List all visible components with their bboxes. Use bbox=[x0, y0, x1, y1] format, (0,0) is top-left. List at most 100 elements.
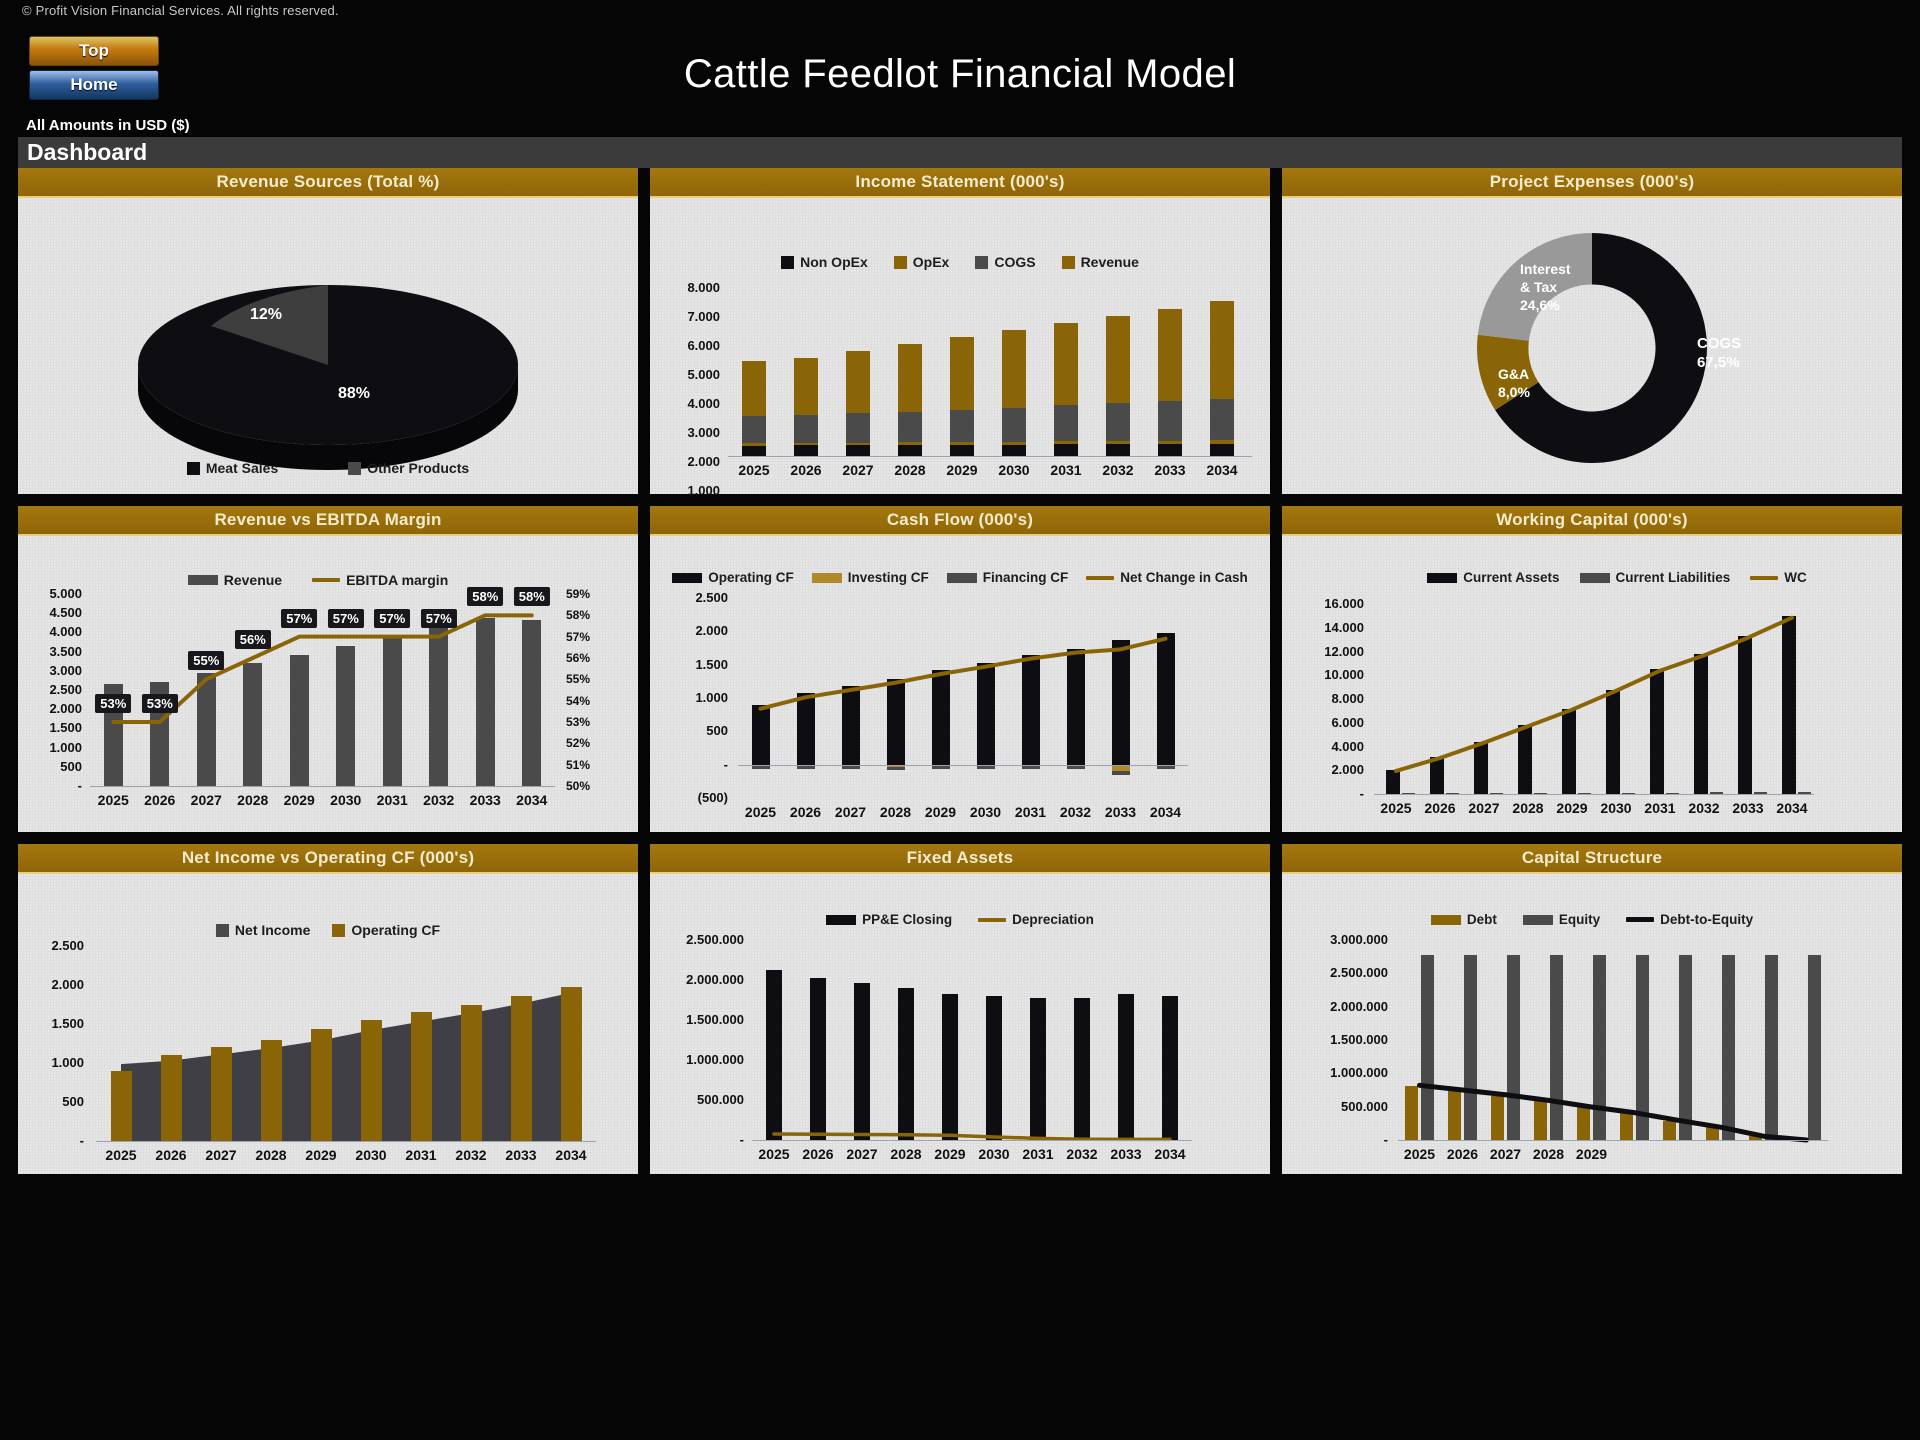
legend-item-debt-to-equity[interactable]: Debt-to-Equity bbox=[1626, 912, 1753, 927]
bar-cogs[interactable] bbox=[742, 415, 766, 444]
data-label-ebitda: 53% bbox=[141, 694, 178, 713]
title-text: Cash Flow (000's) bbox=[886, 510, 1034, 529]
legend-item-net-change[interactable]: Net Change in Cash bbox=[1086, 570, 1248, 585]
bar-revenue[interactable] bbox=[846, 351, 870, 414]
ytick: 5.000 bbox=[687, 367, 720, 382]
bar-revenue[interactable] bbox=[1002, 329, 1026, 408]
bar-opex[interactable] bbox=[1106, 441, 1130, 445]
bar-cogs[interactable] bbox=[794, 414, 818, 443]
bar-revenue[interactable] bbox=[1158, 309, 1182, 402]
ytick-label: 1.000 bbox=[51, 1055, 84, 1070]
bar-operating-cf[interactable] bbox=[410, 1011, 432, 1141]
bar-opex[interactable] bbox=[1002, 441, 1026, 445]
bar-cogs[interactable] bbox=[1210, 398, 1234, 441]
bar-opex[interactable] bbox=[950, 442, 974, 445]
bar-opex[interactable] bbox=[1158, 440, 1182, 444]
bar-cogs[interactable] bbox=[1158, 401, 1182, 441]
legend-item-revenue[interactable]: Revenue bbox=[187, 572, 282, 588]
legend-label: Debt bbox=[1466, 912, 1497, 927]
ytick-label: 500 bbox=[62, 1094, 84, 1109]
ytick-label: 3.500 bbox=[49, 643, 82, 659]
axis-baseline bbox=[1374, 794, 1814, 795]
bar-opex[interactable] bbox=[742, 443, 766, 446]
legend-item-revenue[interactable]: Revenue bbox=[1061, 254, 1139, 270]
legend-item-operating-cf[interactable]: Operating CF bbox=[332, 922, 440, 938]
legend-label: Investing CF bbox=[847, 570, 929, 585]
bar-cogs[interactable] bbox=[1002, 407, 1026, 442]
legend-item-meat-sales[interactable]: Meat Sales bbox=[186, 460, 279, 476]
legend-label: Meat Sales bbox=[205, 460, 279, 476]
legend-item-financing-cf[interactable]: Financing CF bbox=[946, 570, 1068, 585]
bar-revenue[interactable] bbox=[950, 336, 974, 410]
legend-item-wc[interactable]: WC bbox=[1750, 570, 1807, 585]
ytick-label: 4.000 bbox=[49, 624, 82, 640]
legend-item-non-opex[interactable]: Non OpEx bbox=[781, 254, 868, 270]
bar-opex[interactable] bbox=[794, 442, 818, 446]
bar-cogs[interactable] bbox=[950, 409, 974, 443]
bar-non-opex[interactable] bbox=[950, 444, 974, 456]
legend-item-equity[interactable]: Equity bbox=[1522, 912, 1600, 927]
legend-working-capital: Current Assets Current Liabilities WC bbox=[1342, 570, 1892, 585]
bar-revenue[interactable] bbox=[898, 343, 922, 412]
bar-operating-cf[interactable] bbox=[510, 995, 532, 1141]
bar-opex[interactable] bbox=[1054, 441, 1078, 445]
bar-non-opex[interactable] bbox=[1002, 444, 1026, 456]
legend-swatch-icon bbox=[946, 572, 977, 583]
bar-non-opex[interactable] bbox=[1054, 444, 1078, 456]
legend-item-ppe-closing[interactable]: PP&E Closing bbox=[826, 912, 952, 927]
bar-non-opex[interactable] bbox=[794, 445, 818, 456]
ytick2-label: 59% bbox=[566, 587, 591, 601]
legend-item-current-liabilities[interactable]: Current Liabilities bbox=[1579, 570, 1730, 585]
legend-item-opex[interactable]: OpEx bbox=[893, 254, 949, 270]
legend-item-operating-cf[interactable]: Operating CF bbox=[672, 570, 794, 585]
bar-operating-cf[interactable] bbox=[310, 1028, 332, 1141]
legend-item-ebitda-margin[interactable]: EBITDA margin bbox=[312, 572, 448, 588]
legend-item-depreciation[interactable]: Depreciation bbox=[978, 912, 1094, 927]
legend-item-cogs[interactable]: COGS bbox=[975, 254, 1036, 270]
bar-operating-cf[interactable] bbox=[460, 1004, 482, 1141]
bar-operating-cf[interactable] bbox=[160, 1055, 182, 1141]
legend-item-investing-cf[interactable]: Investing CF bbox=[811, 570, 929, 585]
bar-non-opex[interactable] bbox=[742, 445, 766, 456]
bar-revenue[interactable] bbox=[794, 357, 818, 415]
xtick-label: 2025 bbox=[1380, 800, 1412, 816]
bar-non-opex[interactable] bbox=[1158, 443, 1182, 456]
bar-non-opex[interactable] bbox=[1106, 444, 1130, 456]
bar-operating-cf[interactable] bbox=[360, 1020, 382, 1141]
legend-item-other-products[interactable]: Other Products bbox=[348, 460, 469, 476]
legend-item-net-income[interactable]: Net Income bbox=[215, 922, 310, 938]
legend-label: Net Change in Cash bbox=[1120, 570, 1248, 585]
bar-operating-cf[interactable] bbox=[210, 1047, 232, 1141]
bar-opex[interactable] bbox=[1210, 440, 1234, 444]
panel-capital-structure: Capital Structure Debt Equity Debt-to-Eq… bbox=[1282, 844, 1902, 1174]
data-label-ebitda: 55% bbox=[188, 651, 225, 671]
bar-cogs[interactable] bbox=[898, 411, 922, 443]
bar-revenue[interactable] bbox=[1106, 316, 1130, 404]
legend-item-current-assets[interactable]: Current Assets bbox=[1427, 570, 1560, 585]
bar-non-opex[interactable] bbox=[846, 445, 870, 456]
bar-opex[interactable] bbox=[846, 442, 870, 446]
chart-capital-structure: Debt Equity Debt-to-Equity 3.000.000 2.50… bbox=[1282, 874, 1902, 1174]
ytick-label: 2.000 bbox=[51, 977, 84, 992]
bar-cogs[interactable] bbox=[1106, 403, 1130, 442]
bar-revenue[interactable] bbox=[1210, 300, 1234, 399]
bar-non-opex[interactable] bbox=[898, 445, 922, 456]
bar-non-opex[interactable] bbox=[1210, 443, 1234, 456]
xtick-label: 2034 bbox=[1149, 804, 1182, 820]
bar-operating-cf[interactable] bbox=[110, 1070, 132, 1141]
xtick-label: 2026 bbox=[802, 1146, 834, 1162]
plot-area-working-capital bbox=[1374, 604, 1814, 796]
bar-revenue[interactable] bbox=[1054, 322, 1078, 406]
ytick-label: 1.000.000 bbox=[1330, 1065, 1388, 1081]
bar-operating-cf[interactable] bbox=[560, 987, 582, 1141]
xaxis-working-capital: 2025 2026 2027 2028 2029 2030 2031 2032 2033 2034 bbox=[1374, 800, 1814, 820]
xtick-label: 2029 bbox=[283, 792, 315, 808]
bar-cogs[interactable] bbox=[1054, 405, 1078, 442]
bar-operating-cf[interactable] bbox=[260, 1039, 282, 1141]
bar-revenue[interactable] bbox=[742, 361, 766, 416]
xtick-label: 2029 bbox=[924, 804, 957, 820]
legend-item-debt[interactable]: Debt bbox=[1430, 912, 1497, 927]
bar-opex[interactable] bbox=[898, 442, 922, 446]
xtick-label: 2027 bbox=[205, 1147, 237, 1163]
bar-cogs[interactable] bbox=[846, 413, 870, 443]
